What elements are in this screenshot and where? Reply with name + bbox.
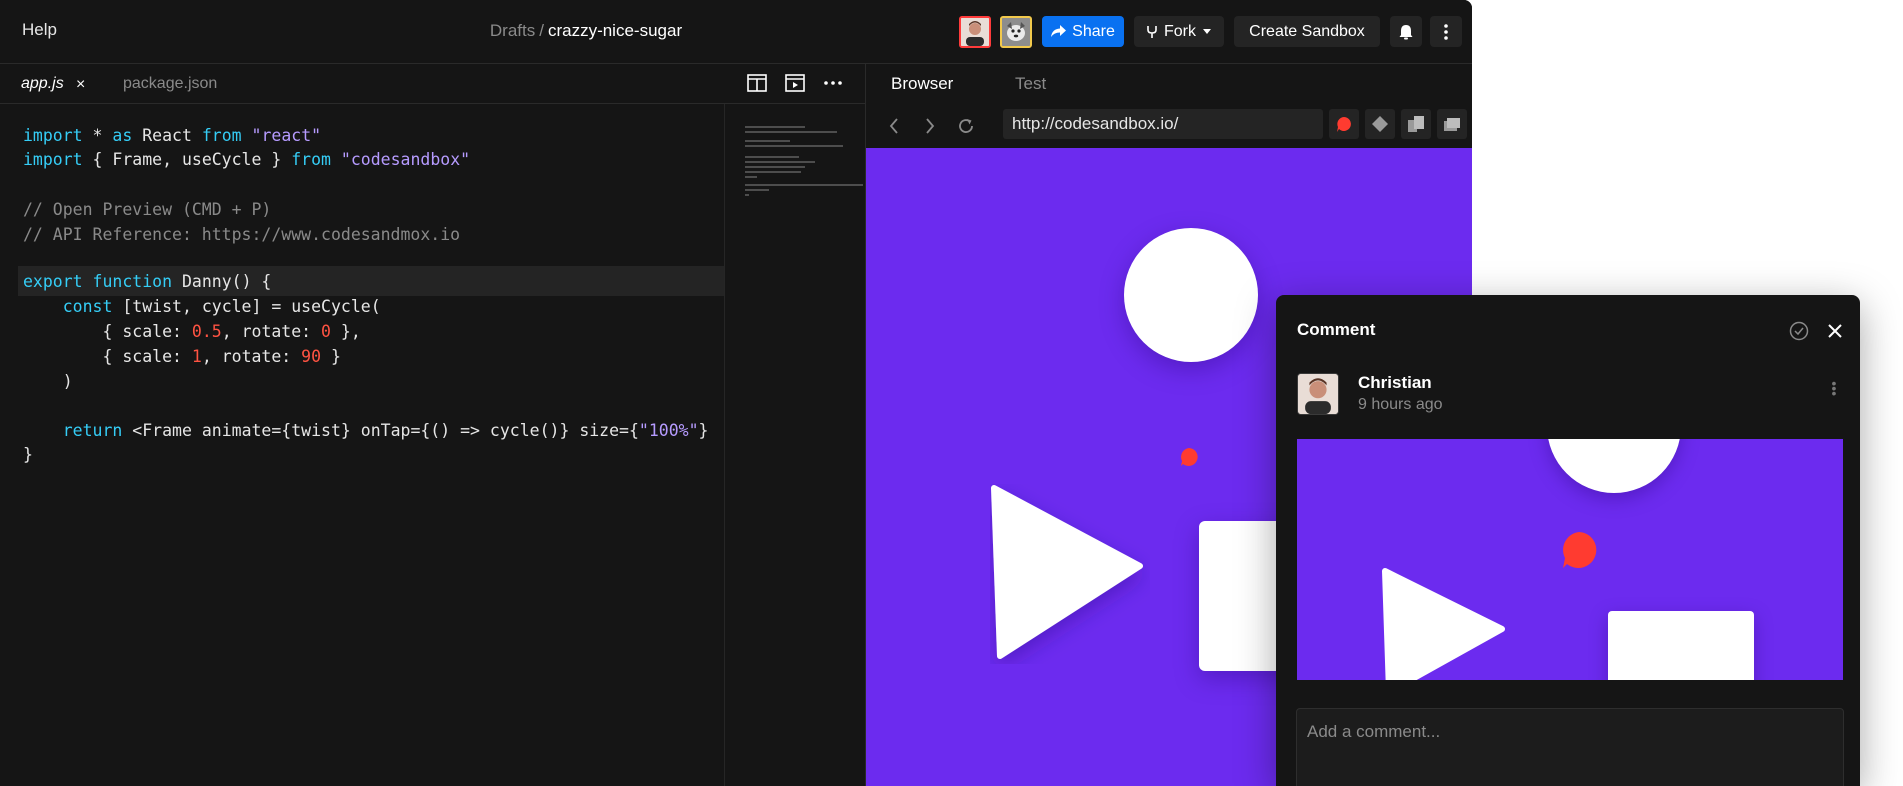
share-button[interactable]: Share <box>1042 16 1124 47</box>
dog-icon <box>1002 18 1030 46</box>
preview-triangle <box>991 485 1143 659</box>
share-label: Share <box>1072 22 1115 40</box>
code-editor[interactable]: import * as React from "react" import { … <box>0 104 724 786</box>
breadcrumb: Drafts / crazzy-nice-sugar <box>0 21 1172 41</box>
code-line: } <box>23 445 33 464</box>
comment-author: Christian <box>1358 373 1432 392</box>
copy-icon <box>1408 116 1424 132</box>
create-sandbox-button[interactable]: Create Sandbox <box>1234 16 1380 47</box>
person-icon <box>961 18 989 46</box>
collaborator-avatar[interactable] <box>1000 16 1032 48</box>
editor-more-button[interactable] <box>822 72 844 94</box>
comment-panel: Comment Christian 9 hours ago • • • Add a … <box>1276 295 1860 786</box>
code-line: // API Reference: https://www.codesandmo… <box>23 225 461 244</box>
comment-screenshot <box>1297 439 1843 680</box>
comment-icon <box>1337 117 1351 132</box>
preview-icon <box>785 74 805 92</box>
chevron-down-icon <box>1203 28 1211 34</box>
more-horizontal-icon <box>824 81 842 85</box>
sandbox-name[interactable]: crazzy-nice-sugar <box>548 21 682 40</box>
comment-mode-button[interactable] <box>1329 109 1359 139</box>
person-icon <box>1298 374 1338 414</box>
tab-package-json[interactable]: package.json <box>123 75 217 93</box>
comment-options-button[interactable]: • • • <box>1829 376 1839 400</box>
chevron-right-icon <box>926 118 935 134</box>
diamond-icon <box>1372 116 1388 132</box>
comment-marker-icon[interactable] <box>1179 447 1199 467</box>
share-icon <box>1051 25 1067 37</box>
browser-tab-bar: Browser Test <box>866 64 1472 106</box>
codesandbox-window: Help Drafts / crazzy-nice-sugar Share Fo… <box>0 0 1472 786</box>
more-menu-button[interactable] <box>1430 16 1462 47</box>
refresh-button[interactable] <box>952 112 980 140</box>
code-line: // Open Preview (CMD + P) <box>23 200 272 219</box>
tab-app-js[interactable]: app.js <box>21 75 64 93</box>
fork-label: Fork <box>1164 22 1196 40</box>
fork-icon <box>1147 25 1157 38</box>
breadcrumb-drafts[interactable]: Drafts <box>490 21 535 40</box>
tab-test[interactable]: Test <box>1015 74 1046 94</box>
code-line: return <Frame animate={twist} onTap={() … <box>62 421 709 440</box>
more-vertical-icon <box>1444 23 1448 40</box>
bell-icon <box>1399 24 1413 39</box>
code-line: import * as React from "react" <box>23 126 322 145</box>
inspect-button[interactable] <box>1365 109 1395 139</box>
editor-tab-bar: app.js × package.json <box>0 64 865 104</box>
top-bar: Help Drafts / crazzy-nice-sugar Share Fo… <box>0 0 1472 64</box>
comment-timestamp: 9 hours ago <box>1358 396 1443 413</box>
code-line: ) <box>23 372 73 391</box>
breadcrumb-separator: / <box>539 21 544 40</box>
back-button[interactable] <box>880 112 908 140</box>
screenshot-circle <box>1547 439 1681 493</box>
new-window-button[interactable] <box>1437 109 1467 139</box>
windows-icon <box>1444 118 1460 131</box>
comment-author-avatar <box>1297 373 1339 415</box>
preview-button[interactable] <box>784 72 806 94</box>
close-tab-button[interactable]: × <box>76 76 85 94</box>
url-bar[interactable]: http://codesandbox.io/ <box>1003 109 1323 139</box>
code-line: import { Frame, useCycle } from "codesan… <box>23 150 471 169</box>
code-line: const [twist, cycle] = useCycle( <box>62 297 381 316</box>
forward-button[interactable] <box>916 112 944 140</box>
code-line: export function Danny() { <box>23 272 272 291</box>
notifications-button[interactable] <box>1390 16 1422 47</box>
code-line: { scale: 0.5, rotate: 0 }, <box>23 322 361 341</box>
layout-button[interactable] <box>1401 109 1431 139</box>
tab-browser[interactable]: Browser <box>891 74 953 94</box>
preview-circle <box>1124 228 1258 362</box>
fork-button[interactable]: Fork <box>1134 16 1224 47</box>
minimap[interactable] <box>724 104 865 786</box>
collaborator-avatar[interactable] <box>959 16 991 48</box>
refresh-icon <box>959 119 973 133</box>
comment-title: Comment <box>1297 320 1376 339</box>
split-view-button[interactable] <box>746 72 768 94</box>
screenshot-square <box>1608 611 1754 680</box>
split-view-icon <box>747 74 767 92</box>
code-line: { scale: 1, rotate: 90 } <box>23 347 341 366</box>
chevron-left-icon <box>889 118 898 134</box>
comment-marker-icon <box>1563 532 1597 568</box>
screenshot-triangle <box>1382 568 1505 680</box>
close-icon[interactable] <box>1825 321 1845 341</box>
resolve-check-icon[interactable] <box>1789 321 1809 341</box>
comment-input[interactable]: Add a comment... <box>1296 708 1844 786</box>
